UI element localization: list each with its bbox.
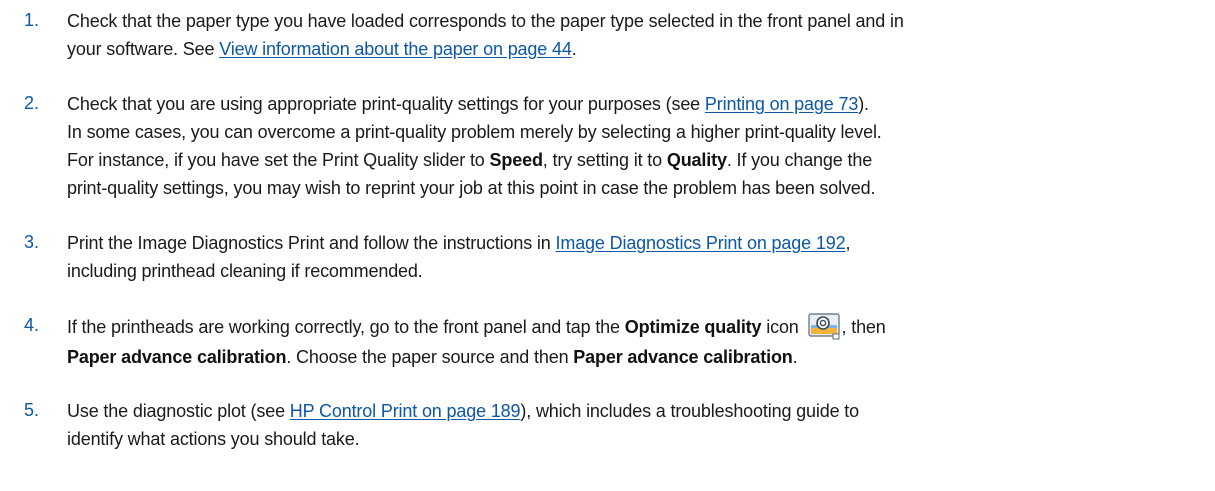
text-run: including printhead cleaning if recommen… — [67, 261, 423, 281]
step-line: your software. See View information abou… — [67, 35, 1207, 63]
text-run: If the printheads are working correctly,… — [67, 317, 625, 337]
text-run: . — [792, 347, 798, 367]
text-run: print-quality settings, you may wish to … — [67, 178, 876, 198]
step-line: Print the Image Diagnostics Print and fo… — [67, 229, 1207, 257]
text-run: , try setting it to — [542, 150, 667, 170]
step-line: If the printheads are working correctly,… — [67, 312, 1207, 342]
text-run: icon — [761, 317, 804, 337]
link-hp-control-print[interactable]: HP Control Print on page 189 — [290, 401, 521, 421]
text-run: Check that the paper type you have loade… — [67, 11, 904, 31]
bold-term-speed: Speed — [489, 150, 543, 170]
link-printing[interactable]: Printing on page 73 — [705, 94, 858, 114]
text-run: Check that you are using appropriate pri… — [67, 94, 705, 114]
step-text: If the printheads are working correctly,… — [67, 312, 1207, 372]
step-number: 1. — [24, 10, 40, 30]
step-line: Use the diagnostic plot (see HP Control … — [67, 397, 1207, 425]
step-line: including printhead cleaning if recommen… — [67, 257, 1207, 285]
step-text: Use the diagnostic plot (see HP Control … — [67, 397, 1207, 453]
step-text: Print the Image Diagnostics Print and fo… — [67, 229, 1207, 285]
text-run: , — [845, 233, 851, 253]
step-line: For instance, if you have set the Print … — [67, 146, 1207, 174]
step-number: 4. — [24, 315, 40, 335]
text-run: For instance, if you have set the Print … — [67, 150, 490, 170]
text-run: identify what actions you should take. — [67, 429, 360, 449]
step-number: 2. — [24, 93, 40, 113]
step-number: 5. — [24, 400, 40, 420]
bold-term-paper-advance-calibration: Paper advance calibration — [573, 347, 793, 367]
text-run: your software. See — [67, 39, 220, 59]
link-image-diagnostics[interactable]: Image Diagnostics Print on page 192 — [556, 233, 846, 253]
text-run: . If you change the — [726, 150, 873, 170]
step-text: Check that you are using appropriate pri… — [67, 90, 1207, 202]
optimize-quality-icon — [807, 312, 840, 340]
text-run: In some cases, you can overcome a print-… — [67, 122, 882, 142]
text-run: . — [571, 39, 577, 59]
bold-term-quality: Quality — [666, 150, 727, 170]
step-line: Paper advance calibration. Choose the pa… — [67, 342, 1207, 372]
bold-term-optimize-quality: Optimize quality — [624, 317, 762, 337]
text-run: ), which includes a troubleshooting guid… — [520, 401, 860, 421]
numbered-steps-list: 1. Check that the paper type you have lo… — [0, 0, 1215, 491]
link-view-paper-info[interactable]: View information about the paper on page… — [219, 39, 572, 59]
step-number: 3. — [24, 232, 40, 252]
step-text: Check that the paper type you have loade… — [67, 7, 1207, 63]
step-line: In some cases, you can overcome a print-… — [67, 118, 1207, 146]
text-run: Print the Image Diagnostics Print and fo… — [67, 233, 556, 253]
text-run: . Choose the paper source and then — [286, 347, 574, 367]
step-line: Check that you are using appropriate pri… — [67, 90, 1207, 118]
step-line: Check that the paper type you have loade… — [67, 7, 1207, 35]
bold-term-paper-advance-calibration: Paper advance calibration — [67, 347, 287, 367]
text-run: Use the diagnostic plot (see — [67, 401, 290, 421]
text-run: ). — [858, 94, 869, 114]
step-line: identify what actions you should take. — [67, 425, 1207, 453]
step-line: print-quality settings, you may wish to … — [67, 174, 1207, 202]
text-run: , then — [841, 317, 886, 337]
